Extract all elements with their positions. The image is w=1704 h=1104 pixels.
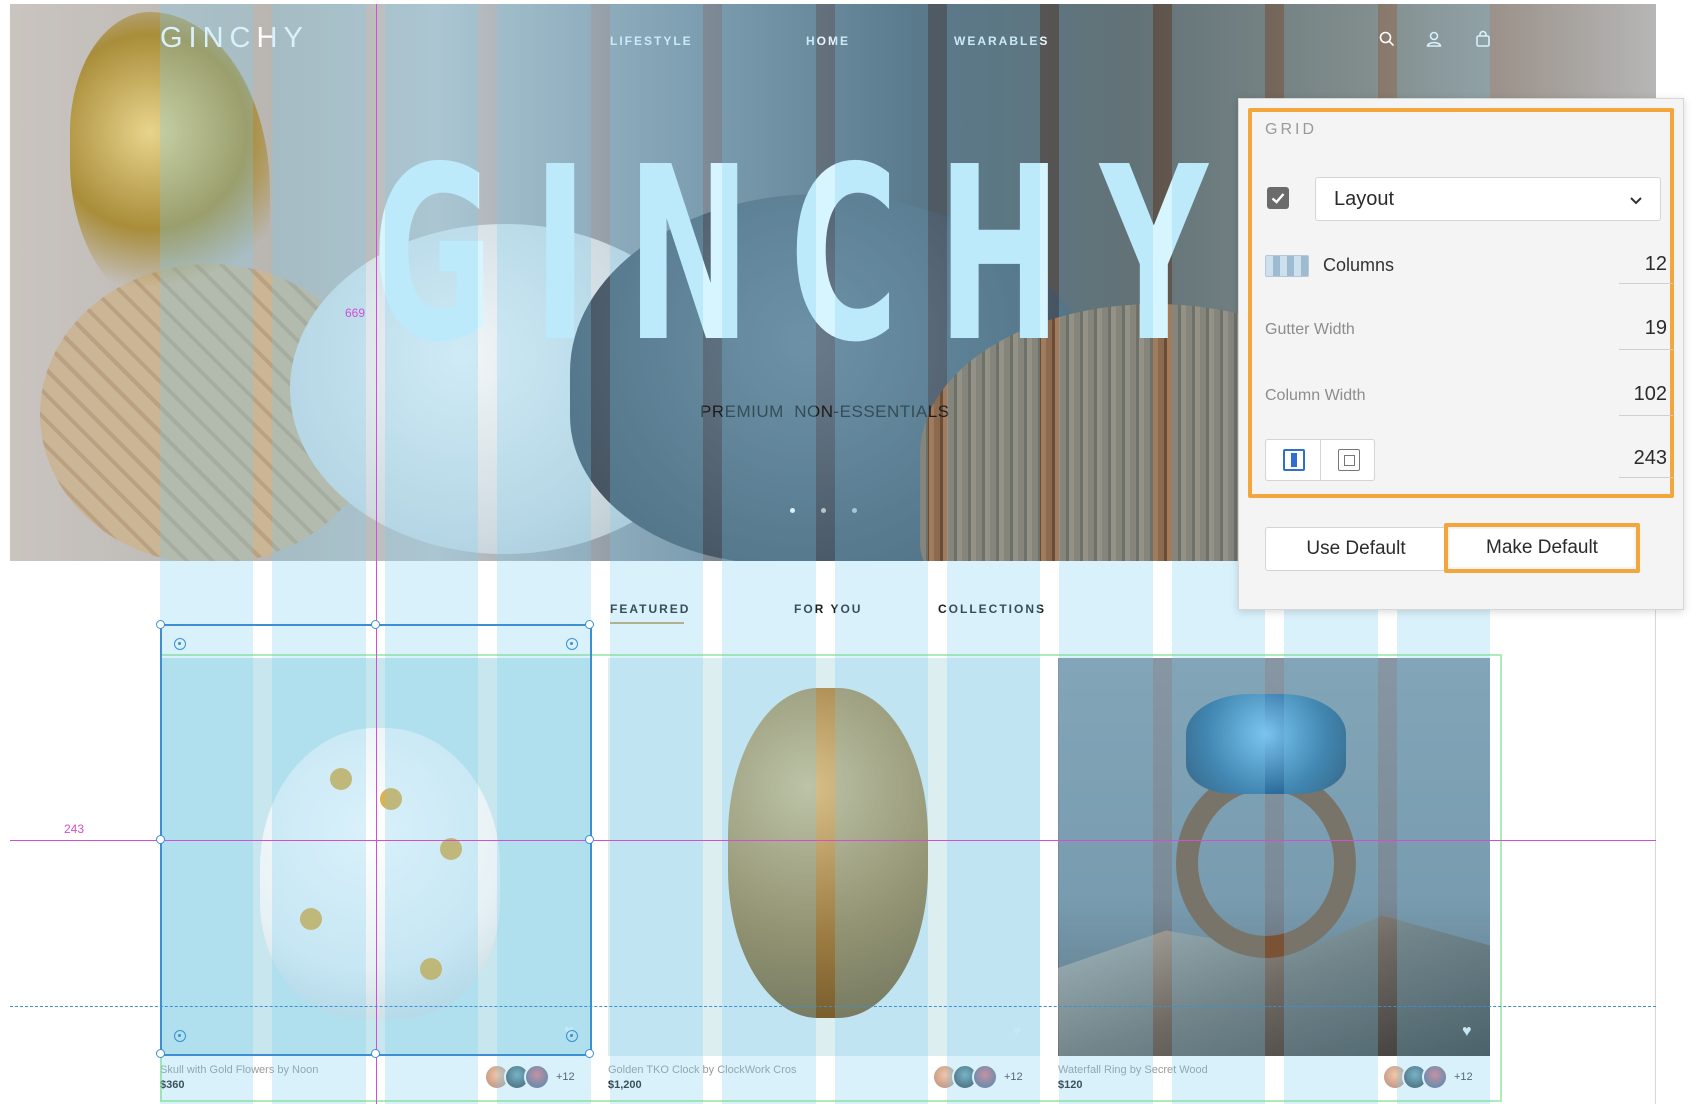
- grid-type-select[interactable]: Layout: [1315, 177, 1661, 221]
- grid-settings-panel: GRID Layout Columns 12 Gutter Width 19 C…: [1238, 98, 1684, 610]
- resize-handle[interactable]: [585, 835, 594, 844]
- corner-radius-icon[interactable]: [566, 1030, 578, 1042]
- input-underline: [1619, 349, 1673, 350]
- site-logo[interactable]: GINCHY: [160, 22, 309, 55]
- corner-radius-icon[interactable]: [174, 638, 186, 650]
- grid-enabled-checkbox[interactable]: [1267, 187, 1289, 209]
- carousel-dot[interactable]: [852, 508, 857, 513]
- gutter-width-input[interactable]: 19: [1607, 317, 1667, 340]
- resize-handle[interactable]: [585, 1049, 594, 1058]
- selection-frame[interactable]: [156, 620, 594, 1058]
- nav-link-home[interactable]: HOME: [806, 34, 850, 48]
- columns-input[interactable]: 12: [1607, 253, 1667, 276]
- chevron-down-icon: [1630, 197, 1642, 205]
- margin-mode-icon: [1337, 449, 1360, 471]
- corner-radius-icon[interactable]: [174, 1030, 186, 1042]
- checkmark-icon: [1271, 193, 1285, 204]
- design-canvas[interactable]: GINCHY PREMIUM NON-ESSENTIALS GINCHY LIF…: [0, 0, 1704, 1104]
- input-underline: [1619, 283, 1673, 284]
- nav-link-wearables[interactable]: WEARABLES: [954, 34, 1049, 48]
- nav-link-lifestyle[interactable]: LIFESTYLE: [610, 34, 693, 48]
- guide-distance-label: 669: [345, 306, 366, 320]
- active-tab-underline: [610, 622, 684, 624]
- grid-type-value: Layout: [1334, 188, 1395, 210]
- resize-handle[interactable]: [371, 620, 380, 629]
- columns-icon: [1265, 255, 1309, 277]
- resize-handle[interactable]: [156, 835, 165, 844]
- layout-size-input[interactable]: 243: [1607, 447, 1667, 470]
- make-default-button[interactable]: Make Default: [1450, 529, 1634, 567]
- gutter-width-label: Gutter Width: [1265, 321, 1355, 338]
- bag-icon[interactable]: [1474, 30, 1492, 48]
- input-underline: [1619, 477, 1673, 478]
- antler-sculpture: [70, 12, 270, 312]
- search-icon[interactable]: [1378, 30, 1396, 48]
- hero-subtitle: PREMIUM NON-ESSENTIALS: [700, 402, 950, 421]
- columns-label: Columns: [1323, 255, 1395, 275]
- column-width-input[interactable]: 102: [1607, 383, 1667, 406]
- tab-collections[interactable]: COLLECTIONS: [938, 602, 1046, 616]
- carousel-dot[interactable]: [790, 508, 795, 513]
- margins-mode-button[interactable]: [1319, 440, 1374, 480]
- tab-featured[interactable]: FEATURED: [610, 602, 690, 616]
- carousel-dot[interactable]: [821, 508, 826, 513]
- carousel-dots: [790, 508, 857, 513]
- column-mode-icon: [1283, 449, 1305, 471]
- hero-title: GINCHY: [372, 115, 1247, 395]
- use-default-button[interactable]: Use Default: [1265, 527, 1447, 571]
- columns-mode-button[interactable]: [1266, 440, 1320, 480]
- grid-mode-toggle: [1265, 439, 1375, 481]
- input-underline: [1619, 415, 1673, 416]
- account-icon[interactable]: [1425, 30, 1443, 48]
- resize-handle[interactable]: [371, 1049, 380, 1058]
- resize-handle[interactable]: [156, 1049, 165, 1058]
- tab-for-you[interactable]: FOR YOU: [794, 602, 862, 616]
- corner-radius-icon[interactable]: [566, 638, 578, 650]
- highlight-box: Make Default: [1444, 523, 1640, 573]
- guide-distance-label: 243: [64, 822, 85, 836]
- column-width-label: Column Width: [1265, 387, 1366, 404]
- panel-title: GRID: [1265, 121, 1317, 138]
- resize-handle[interactable]: [585, 620, 594, 629]
- resize-handle[interactable]: [156, 620, 165, 629]
